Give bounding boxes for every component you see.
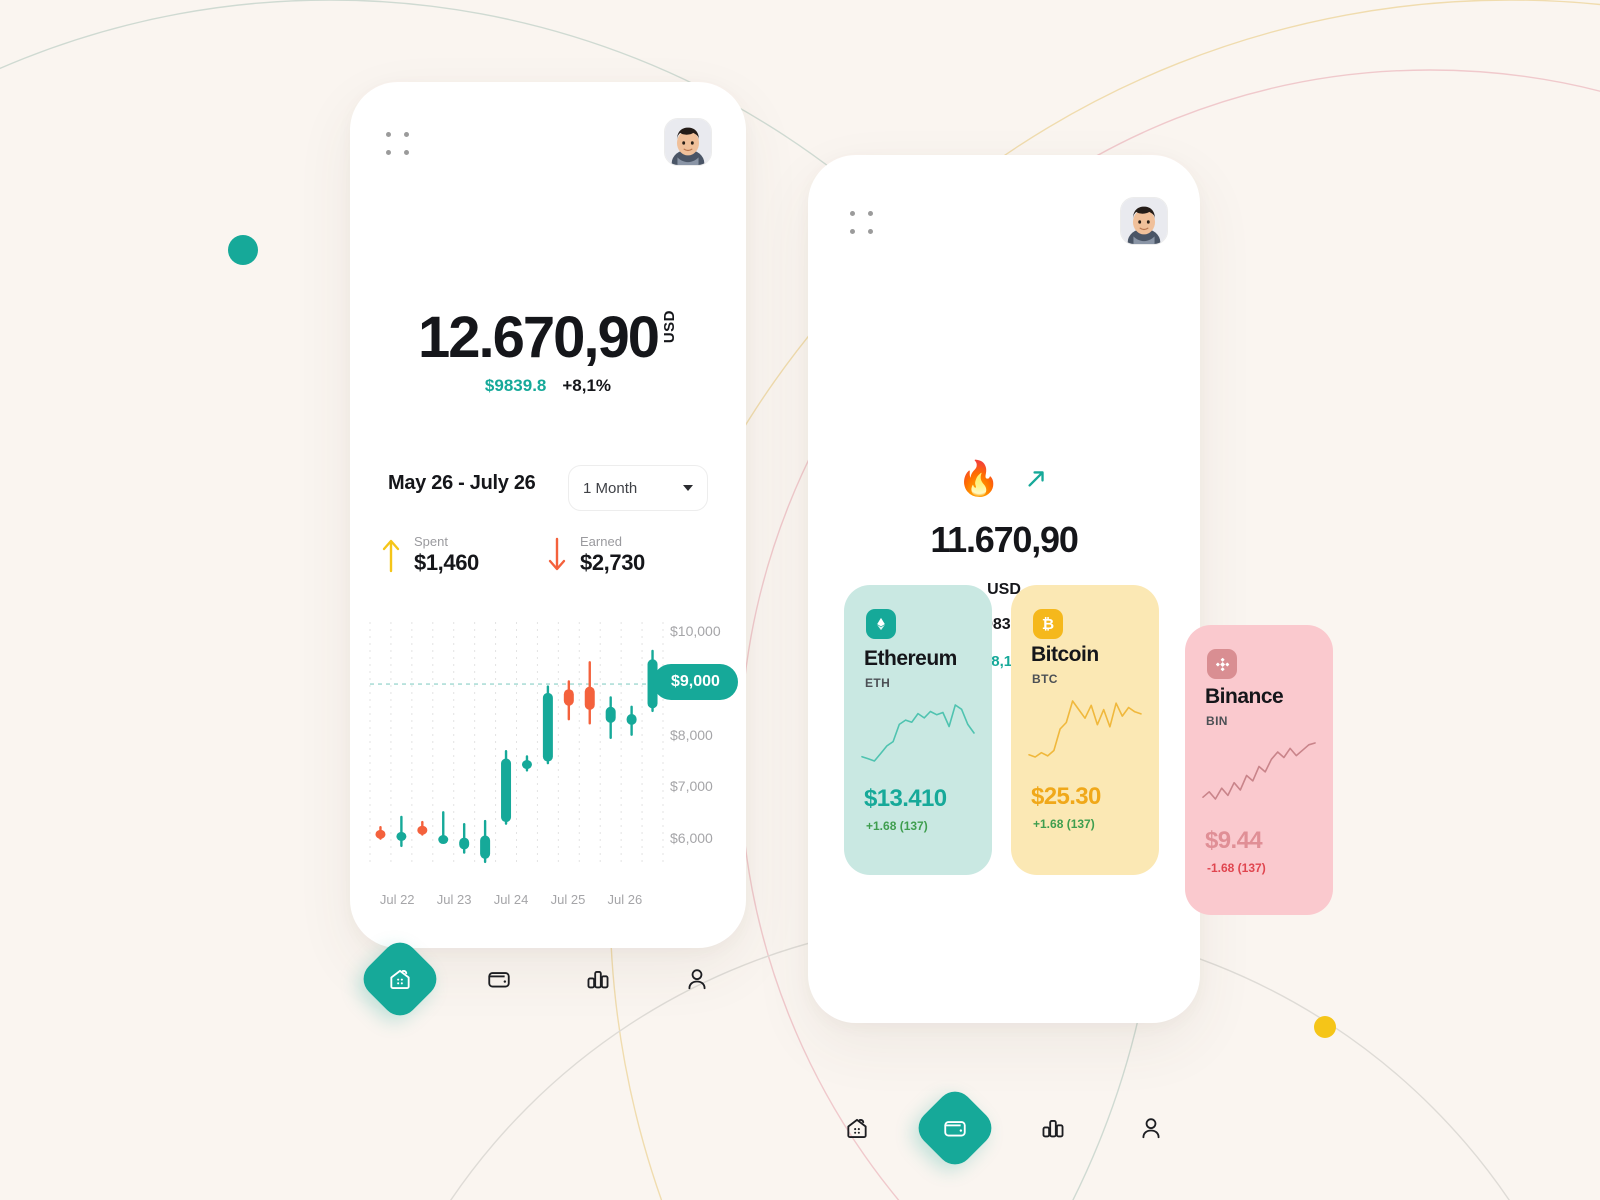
grip-handle[interactable] <box>386 132 412 158</box>
yellow-dot <box>1314 1016 1336 1038</box>
coin-card-ethereum[interactable]: Ethereum ETH $13.410 +1.68 (137) <box>844 585 992 875</box>
home-icon <box>389 969 410 990</box>
nav-item-stats[interactable] <box>1004 1093 1102 1163</box>
nav-item-home[interactable] <box>350 935 449 1023</box>
coin-price: $25.30 <box>1031 783 1101 810</box>
bar-chart-icon <box>587 971 608 989</box>
nav-item-wallet[interactable] <box>449 944 548 1014</box>
chevron-down-icon <box>683 485 693 491</box>
period-select[interactable]: 1 Month <box>568 465 708 511</box>
coin-change: +1.68 (137) <box>866 819 928 833</box>
binance-glyph <box>1215 657 1229 671</box>
balance-display: 12.670,90 USD <box>350 304 746 371</box>
fire-icon: 🔥 <box>957 460 1001 498</box>
coin-price: $9.44 <box>1205 827 1263 854</box>
nav-active-indicator <box>355 935 444 1023</box>
bar-chart-icon <box>1042 1120 1064 1138</box>
sparkline <box>861 704 975 762</box>
y-axis-tick: $6,000 <box>670 830 713 847</box>
avatar[interactable] <box>664 118 712 166</box>
balance-amount: 12.670,90 <box>417 305 660 370</box>
stat-earned-value: $2,730 <box>580 549 645 575</box>
home-icon <box>847 1118 867 1139</box>
candlestick-chart: $10,000$9,000$8,000$7,000$6,000 Jul 22Ju… <box>358 610 748 910</box>
coin-name: Ethereum <box>864 647 957 670</box>
stat-earned-label: Earned <box>580 534 622 549</box>
wallet-icon <box>487 972 510 988</box>
y-axis-tick: $7,000 <box>670 778 713 795</box>
fiat-value: $9839.8 <box>484 376 547 395</box>
coin-price: $13.410 <box>864 785 947 812</box>
grip-handle[interactable] <box>850 211 876 237</box>
wallet-screen-phone: 🔥 11.670,90 USD $9839.8 +8,1% Ethereum E… <box>808 155 1333 1172</box>
nav-item-profile[interactable] <box>647 944 746 1014</box>
stat-spent-value: $1,460 <box>414 549 479 575</box>
balance-currency: USD <box>661 310 679 344</box>
home-screen-phone: 12.670,90 USD $9839.8 +8,1% May 26 - July … <box>350 82 748 1023</box>
bitcoin-glyph: ₿ <box>1041 615 1055 633</box>
stat-spent: Spent $1,460 <box>380 534 479 576</box>
balance-amount: 11.670,90 <box>930 519 1079 560</box>
stat-earned: Earned $2,730 <box>546 534 645 576</box>
y-axis-tick: $10,000 <box>670 623 721 640</box>
bitcoin-icon: ₿ <box>1033 609 1063 639</box>
date-range-label: May 26 - July 26 <box>388 472 536 494</box>
coin-card-bitcoin[interactable]: ₿ Bitcoin BTC $25.30 +1.68 (137) <box>1011 585 1159 875</box>
ethereum-glyph <box>877 617 885 631</box>
nav-item-profile[interactable] <box>1102 1093 1200 1163</box>
arrow-down-icon <box>548 537 566 570</box>
person-icon <box>687 969 706 990</box>
person-icon <box>1142 1118 1160 1139</box>
avatar[interactable] <box>1120 197 1168 245</box>
sparkline <box>1028 700 1142 758</box>
change-percent: +8,1% <box>562 376 612 395</box>
ethereum-icon <box>866 609 896 639</box>
nav-active-indicator <box>911 1084 999 1172</box>
coin-name: Bitcoin <box>1031 643 1099 666</box>
coin-symbol: ETH <box>865 676 891 690</box>
teal-dot <box>228 235 258 265</box>
coin-change: -1.68 (137) <box>1207 861 1266 875</box>
nav-item-wallet[interactable] <box>906 1084 1004 1172</box>
trending-up-arrow-icon <box>1028 471 1044 487</box>
coin-change: +1.68 (137) <box>1033 817 1095 831</box>
bottom-nav <box>350 935 746 1023</box>
nav-item-home[interactable] <box>808 1093 906 1163</box>
balance-subline: $9839.8 +8,1% <box>350 376 746 396</box>
x-axis-tick: Jul 26 <box>607 892 643 907</box>
screenshot-canvas: 12.670,90 USD $9839.8 +8,1% May 26 - July … <box>0 0 1600 1200</box>
avatar-photo <box>1121 198 1167 244</box>
stat-spent-label: Spent <box>414 534 448 549</box>
arrow-up-icon <box>382 539 400 572</box>
bottom-nav <box>808 1084 1200 1172</box>
coin-symbol: BIN <box>1206 714 1228 728</box>
binance-icon <box>1207 649 1237 679</box>
sparkline <box>1202 742 1316 800</box>
coin-symbol: BTC <box>1032 672 1058 686</box>
coin-name: Binance <box>1205 685 1284 708</box>
period-select-value: 1 Month <box>583 479 638 497</box>
nav-item-stats[interactable] <box>548 944 647 1014</box>
background-decoration <box>0 0 1600 1200</box>
y-axis-tick: $8,000 <box>670 726 713 743</box>
coin-card-binance[interactable]: Binance BIN $9.44 -1.68 (137) <box>1185 625 1333 915</box>
price-marker-badge: $9,000 <box>653 664 738 701</box>
wallet-status-icons: 🔥 <box>808 455 1200 503</box>
avatar-photo <box>665 119 711 165</box>
wallet-icon <box>944 1121 966 1137</box>
